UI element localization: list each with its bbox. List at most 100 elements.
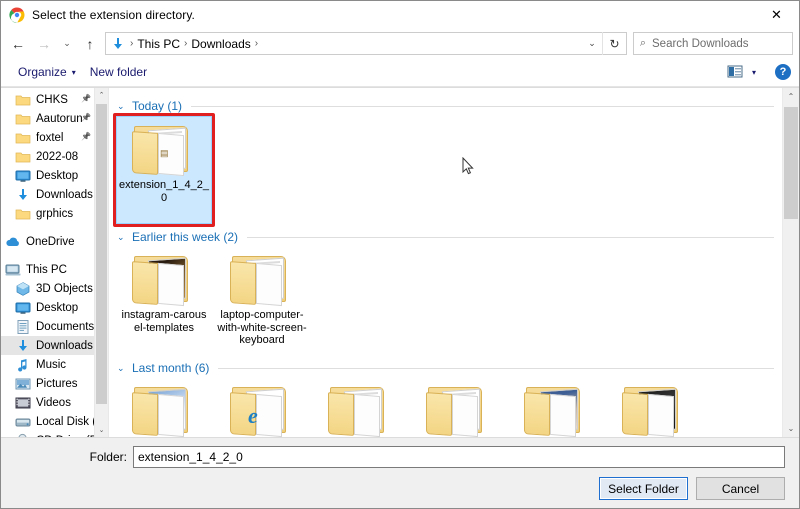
sidebar-item-documents[interactable]: Documents (1, 317, 94, 336)
file-group-header[interactable]: ⌄ Earlier this week (2) (113, 227, 782, 247)
sidebar-item-desktop[interactable]: Desktop (1, 166, 94, 185)
search-icon: ⌕ (639, 37, 647, 49)
sidebar-scroll-thumb[interactable] (96, 104, 107, 404)
pin-icon[interactable]: 📌 (81, 132, 91, 141)
folder-label: Folder: (89, 450, 127, 464)
folder-name-input[interactable]: extension_1_4_2_0 (133, 446, 785, 468)
sidebar-item-label: Music (36, 358, 67, 371)
sidebar-item-3d-objects[interactable]: 3D Objects (1, 279, 94, 298)
sidebar-list: CHKS 📌 Aautorun 📌 foxtel 📌 2022-08 Desktop Downl… (1, 88, 94, 437)
sidebar-item-cd-drive-f[interactable]: CD Drive (F:) (1, 431, 94, 437)
file-tile[interactable]: instagram-carousel-templates (116, 247, 212, 355)
file-tile[interactable] (508, 378, 604, 437)
window-title: Select the extension directory. (32, 7, 195, 22)
file-group-title: Last month (6) (132, 361, 210, 375)
file-tile[interactable]: ▤ extension_1_4_2_0 (116, 116, 212, 224)
videos-icon (15, 395, 31, 411)
sidebar-item-aautorun[interactable]: Aautorun 📌 (1, 109, 94, 128)
organize-button[interactable]: Organize ▾ (11, 62, 83, 82)
music-icon (15, 357, 31, 373)
forward-button[interactable]: → (31, 32, 57, 56)
sidebar-item-label: Documents (36, 320, 94, 333)
chrome-icon (9, 6, 25, 23)
folder-icon: ▤ (132, 122, 196, 177)
sidebar-item-label: CHKS (36, 93, 68, 106)
file-name-label: instagram-carousel-templates (121, 309, 207, 334)
address-bar[interactable]: › This PC › Downloads › ⌄ ↻ (105, 32, 627, 55)
folder-icon (132, 252, 196, 307)
chevron-down-icon: ▾ (751, 67, 756, 77)
file-tile[interactable] (116, 378, 212, 437)
folder-icon (132, 383, 196, 437)
cancel-button[interactable]: Cancel (696, 477, 785, 500)
sidebar-item-this-pc[interactable]: This PC (1, 260, 94, 279)
new-folder-button[interactable]: New folder (83, 62, 154, 82)
pin-icon[interactable]: 📌 (81, 94, 91, 103)
sidebar-scroll-down-icon[interactable]: ⌄ (95, 423, 108, 437)
view-layout-icon[interactable] (727, 64, 745, 80)
file-tile-row: ▤ extension_1_4_2_0 (113, 116, 782, 224)
sidebar-item-grphics[interactable]: grphics (1, 204, 94, 223)
view-dropdown-button[interactable]: ▾ (745, 65, 763, 80)
organize-label: Organize (18, 65, 67, 79)
sidebar-item-local-disk-c[interactable]: Local Disk (C:) (1, 412, 94, 431)
sidebar-item-label: Aautorun (36, 112, 83, 125)
back-button[interactable]: ← (5, 32, 31, 56)
sidebar-item-label: Local Disk (C:) (36, 415, 94, 428)
group-divider (247, 236, 774, 238)
group-divider (218, 367, 774, 369)
file-tile[interactable]: laptop-computer-with-white-screen-keyboa… (214, 247, 310, 355)
file-tile[interactable] (312, 378, 408, 437)
sidebar-item-label: Desktop (36, 169, 79, 182)
sidebar-item-pictures[interactable]: Pictures (1, 374, 94, 393)
file-group-header[interactable]: ⌄ Today (1) (113, 96, 782, 116)
file-pane-scrollbar[interactable]: ⌃ ⌄ (782, 88, 799, 437)
sidebar-scroll-up-icon[interactable]: ⌃ (95, 88, 108, 102)
close-icon[interactable]: ✕ (754, 1, 799, 29)
folder-icon (328, 383, 392, 437)
recent-locations-button[interactable]: ⌄ (57, 32, 77, 56)
dialog-footer: Folder: extension_1_4_2_0 Select Folder … (1, 437, 799, 508)
up-button[interactable]: ↑ (77, 32, 103, 56)
downloads-icon (15, 338, 31, 354)
chevron-down-icon[interactable]: ⌄ (117, 101, 127, 112)
file-scroll-thumb[interactable] (784, 107, 798, 219)
breadcrumb-this-pc[interactable]: This PC (134, 37, 183, 51)
search-input[interactable]: ⌕ Search Downloads (633, 32, 793, 55)
group-divider (191, 105, 774, 107)
chevron-down-icon[interactable]: ⌄ (582, 33, 602, 54)
sidebar-item-chks[interactable]: CHKS 📌 (1, 90, 94, 109)
sidebar-item-desktop[interactable]: Desktop (1, 298, 94, 317)
file-tile[interactable] (410, 378, 506, 437)
folder-icon (15, 111, 31, 127)
folder-icon: e (230, 383, 294, 437)
sidebar-item-videos[interactable]: Videos (1, 393, 94, 412)
sidebar-item-label: foxtel (36, 131, 64, 144)
file-scroll-down-icon[interactable]: ⌄ (783, 420, 799, 437)
file-tile[interactable] (606, 378, 702, 437)
sidebar-item-label: CD Drive (F:) (36, 435, 94, 438)
folder-name-row: Folder: extension_1_4_2_0 (15, 446, 785, 468)
select-folder-button[interactable]: Select Folder (599, 477, 688, 500)
refresh-icon[interactable]: ↻ (602, 32, 626, 55)
search-placeholder: Search Downloads (652, 37, 749, 50)
sidebar-item-downloads[interactable]: Downloads (1, 185, 94, 204)
sidebar-item-foxtel[interactable]: foxtel 📌 (1, 128, 94, 147)
pin-icon[interactable]: 📌 (81, 113, 91, 122)
file-scroll-up-icon[interactable]: ⌃ (783, 88, 799, 105)
chevron-down-icon: ▾ (71, 67, 76, 77)
chevron-down-icon[interactable]: ⌄ (117, 363, 127, 374)
disk-icon (15, 414, 31, 430)
chevron-down-icon[interactable]: ⌄ (117, 232, 127, 243)
help-icon[interactable]: ? (775, 64, 791, 80)
sidebar-scrollbar[interactable]: ⌃ ⌄ (94, 88, 108, 437)
sidebar-item-downloads[interactable]: Downloads (1, 336, 94, 355)
breadcrumb-downloads[interactable]: Downloads (188, 37, 253, 51)
sidebar-item-music[interactable]: Music (1, 355, 94, 374)
file-tile[interactable]: e (214, 378, 310, 437)
sidebar-item-label: Downloads (36, 188, 93, 201)
sidebar-item-2022-08[interactable]: 2022-08 (1, 147, 94, 166)
sidebar-item-onedrive[interactable]: OneDrive (1, 232, 94, 251)
file-group-header[interactable]: ⌄ Last month (6) (113, 358, 782, 378)
